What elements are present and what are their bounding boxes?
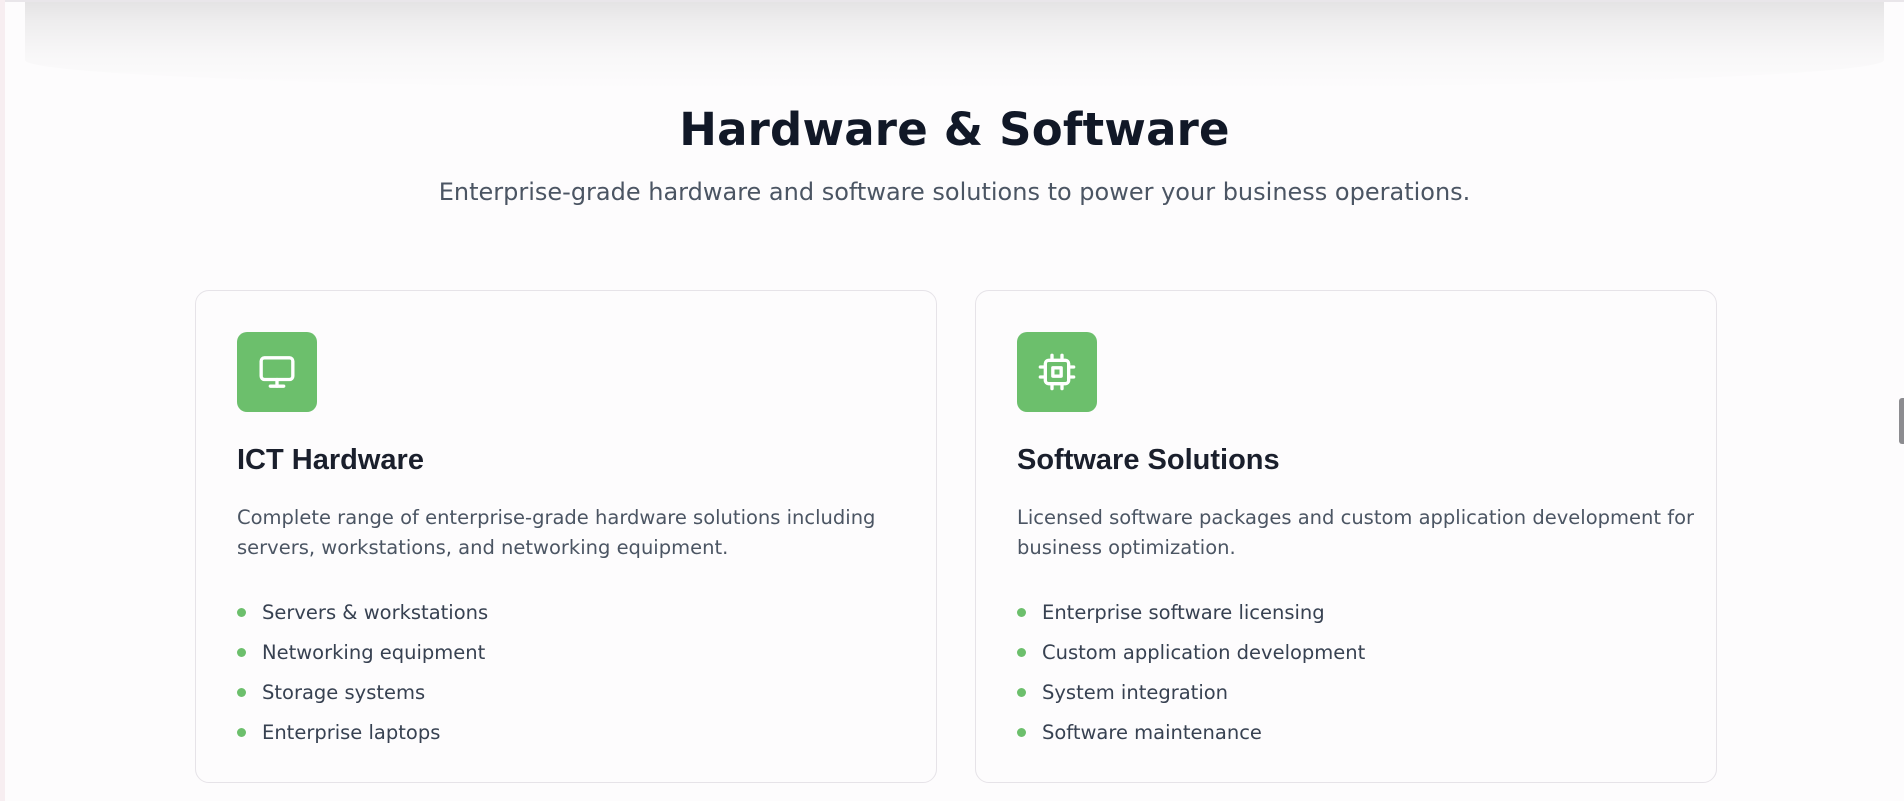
list-item: Enterprise software licensing [1017, 593, 1365, 633]
feature-label: Software maintenance [1042, 721, 1262, 744]
cpu-chip-icon [1017, 332, 1097, 412]
feature-label: Enterprise laptops [262, 721, 441, 744]
monitor-icon [237, 332, 317, 412]
bullet-dot-icon [1017, 688, 1026, 697]
feature-label: Enterprise software licensing [1042, 601, 1325, 624]
list-item: System integration [1017, 673, 1365, 713]
list-item: Networking equipment [237, 633, 488, 673]
card-title: Software Solutions [1017, 444, 1280, 476]
service-card-software-solutions: Software Solutions Licensed software pac… [975, 290, 1717, 783]
feature-label: Networking equipment [262, 641, 486, 664]
section-title: Hardware & Software [679, 103, 1230, 156]
list-item: Software maintenance [1017, 713, 1365, 753]
header-edge [5, 0, 1904, 2]
bullet-dot-icon [237, 648, 246, 657]
list-item: Custom application development [1017, 633, 1365, 673]
service-card-ict-hardware: ICT Hardware Complete range of enterpris… [195, 290, 937, 783]
feature-label: Servers & workstations [262, 601, 489, 624]
bullet-dot-icon [237, 608, 246, 617]
list-item: Storage systems [237, 673, 488, 713]
list-item: Enterprise laptops [237, 713, 488, 753]
card-description: Licensed software packages and custom ap… [1017, 506, 1695, 559]
scrollbar-thumb[interactable] [1899, 398, 1904, 444]
feature-label: Custom application development [1042, 641, 1366, 664]
hardware-software-page: Hardware & Software Enterprise-grade har… [0, 0, 1904, 801]
bullet-dot-icon [237, 728, 246, 737]
feature-list: Servers & workstations Networking equipm… [237, 593, 488, 753]
header-shadow [25, 0, 1884, 90]
bullet-dot-icon [1017, 648, 1026, 657]
bullet-dot-icon [237, 688, 246, 697]
bullet-dot-icon [1017, 728, 1026, 737]
card-description: Complete range of enterprise-grade hardw… [237, 506, 876, 559]
section-subtitle: Enterprise-grade hardware and software s… [438, 178, 1471, 206]
bullet-dot-icon [1017, 608, 1026, 617]
feature-label: System integration [1042, 681, 1229, 704]
feature-list: Enterprise software licensing Custom app… [1017, 593, 1365, 753]
feature-label: Storage systems [262, 681, 426, 704]
list-item: Servers & workstations [237, 593, 488, 633]
card-title: ICT Hardware [237, 444, 424, 476]
